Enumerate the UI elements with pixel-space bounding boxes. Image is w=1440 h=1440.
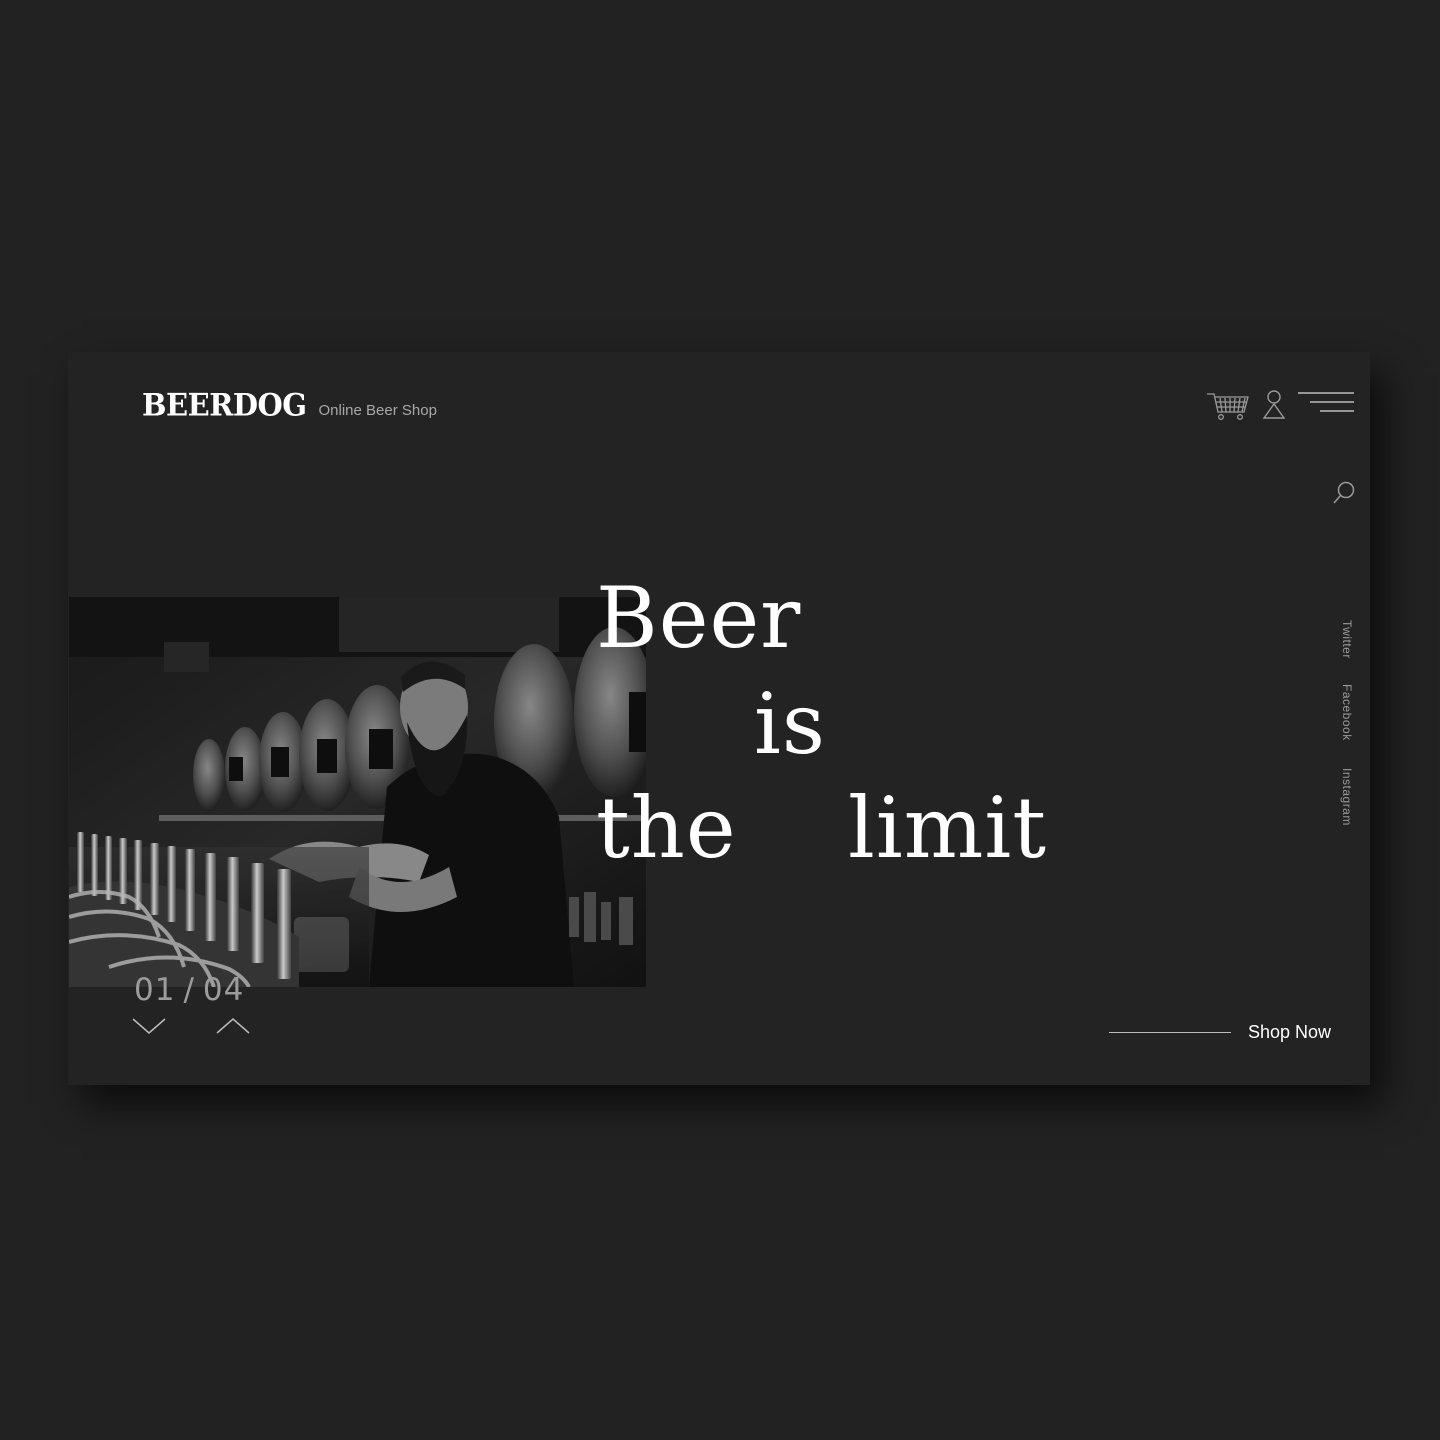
headline-word-the: the: [596, 779, 737, 877]
headline-word-beer: Beer: [596, 569, 802, 667]
slide-counter: 01 / 04: [134, 972, 244, 1008]
slide-total: 04: [202, 972, 245, 1008]
hero-card: BEERDOG Online Beer Shop Twitter Faceboo…: [68, 352, 1370, 1085]
headline-word-limit: limit: [848, 779, 1048, 877]
search-icon[interactable]: [1332, 480, 1356, 506]
social-link-twitter[interactable]: Twitter: [1340, 620, 1354, 659]
shop-now-divider: [1109, 1032, 1231, 1033]
chevron-down-icon[interactable]: [132, 1016, 166, 1036]
cart-icon[interactable]: [1206, 390, 1250, 422]
shop-now-button[interactable]: Shop Now: [1248, 1022, 1331, 1043]
slide-current: 01: [134, 972, 176, 1008]
social-link-facebook[interactable]: Facebook: [1340, 684, 1354, 741]
brand[interactable]: BEERDOG Online Beer Shop: [142, 387, 437, 423]
brand-tagline: Online Beer Shop: [318, 402, 437, 419]
chevron-up-icon[interactable]: [216, 1016, 250, 1036]
user-icon[interactable]: [1262, 388, 1286, 420]
hero-photo: [69, 597, 646, 987]
bartender-photo: [69, 597, 646, 987]
social-link-instagram[interactable]: Instagram: [1340, 768, 1354, 826]
menu-icon[interactable]: [1298, 390, 1354, 416]
brand-logo[interactable]: BEERDOG: [142, 387, 307, 423]
headline-word-is: is: [754, 675, 826, 773]
slide-separator: /: [183, 972, 195, 1008]
